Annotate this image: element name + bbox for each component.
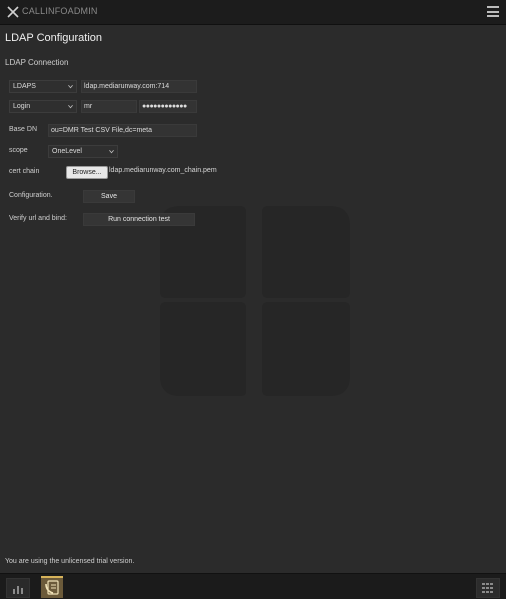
- auth-select-value: Login: [13, 103, 31, 110]
- cert-file-name: ldap.mediarunway.com_chain.pem: [109, 167, 217, 174]
- chevron-down-icon: [68, 104, 73, 109]
- taskbar-apps-button[interactable]: [476, 578, 500, 598]
- section-title: LDAP Connection: [5, 58, 69, 67]
- chart-icon: [13, 586, 23, 594]
- trial-notice: You are using the unlicensed trial versi…: [5, 558, 135, 565]
- taskbar-callinfo-button[interactable]: [41, 576, 63, 598]
- taskbar-stats-button[interactable]: [6, 578, 30, 598]
- protocol-select[interactable]: LDAPS: [9, 80, 77, 93]
- hamburger-menu-icon[interactable]: [487, 6, 499, 17]
- username-input[interactable]: mr: [81, 100, 137, 113]
- cert-chain-label: cert chain: [9, 168, 40, 175]
- scope-label: scope: [9, 147, 28, 154]
- configuration-label: Configuration.: [9, 192, 53, 199]
- app-window: CALLINFOADMIN LDAP Configuration LDAP Co…: [0, 0, 506, 599]
- auth-select[interactable]: Login: [9, 100, 77, 113]
- run-connection-test-button[interactable]: Run connection test: [83, 213, 195, 226]
- protocol-select-value: LDAPS: [13, 83, 36, 90]
- windows-logo-icon: [160, 206, 350, 396]
- page-title: LDAP Configuration: [5, 32, 103, 44]
- taskbar: [0, 573, 506, 599]
- save-button[interactable]: Save: [83, 190, 135, 203]
- chevron-down-icon: [109, 149, 114, 154]
- verify-label: Verify url and bind:: [9, 215, 67, 222]
- phone-book-icon: [45, 580, 59, 595]
- app-title: CALLINFOADMIN: [22, 6, 98, 16]
- browse-button[interactable]: Browse...: [66, 166, 108, 179]
- close-icon[interactable]: [6, 5, 20, 19]
- grid-icon: [482, 583, 493, 593]
- base-dn-label: Base DN: [9, 126, 38, 133]
- password-input[interactable]: ●●●●●●●●●●●●: [139, 100, 197, 113]
- host-input[interactable]: ldap.mediarunway.com:714: [81, 80, 197, 93]
- scope-select[interactable]: OneLevel: [48, 145, 118, 158]
- scope-select-value: OneLevel: [52, 148, 82, 155]
- base-dn-input[interactable]: ou=DMR Test CSV File,dc=meta: [48, 124, 197, 137]
- title-bar: CALLINFOADMIN: [0, 0, 506, 25]
- chevron-down-icon: [68, 84, 73, 89]
